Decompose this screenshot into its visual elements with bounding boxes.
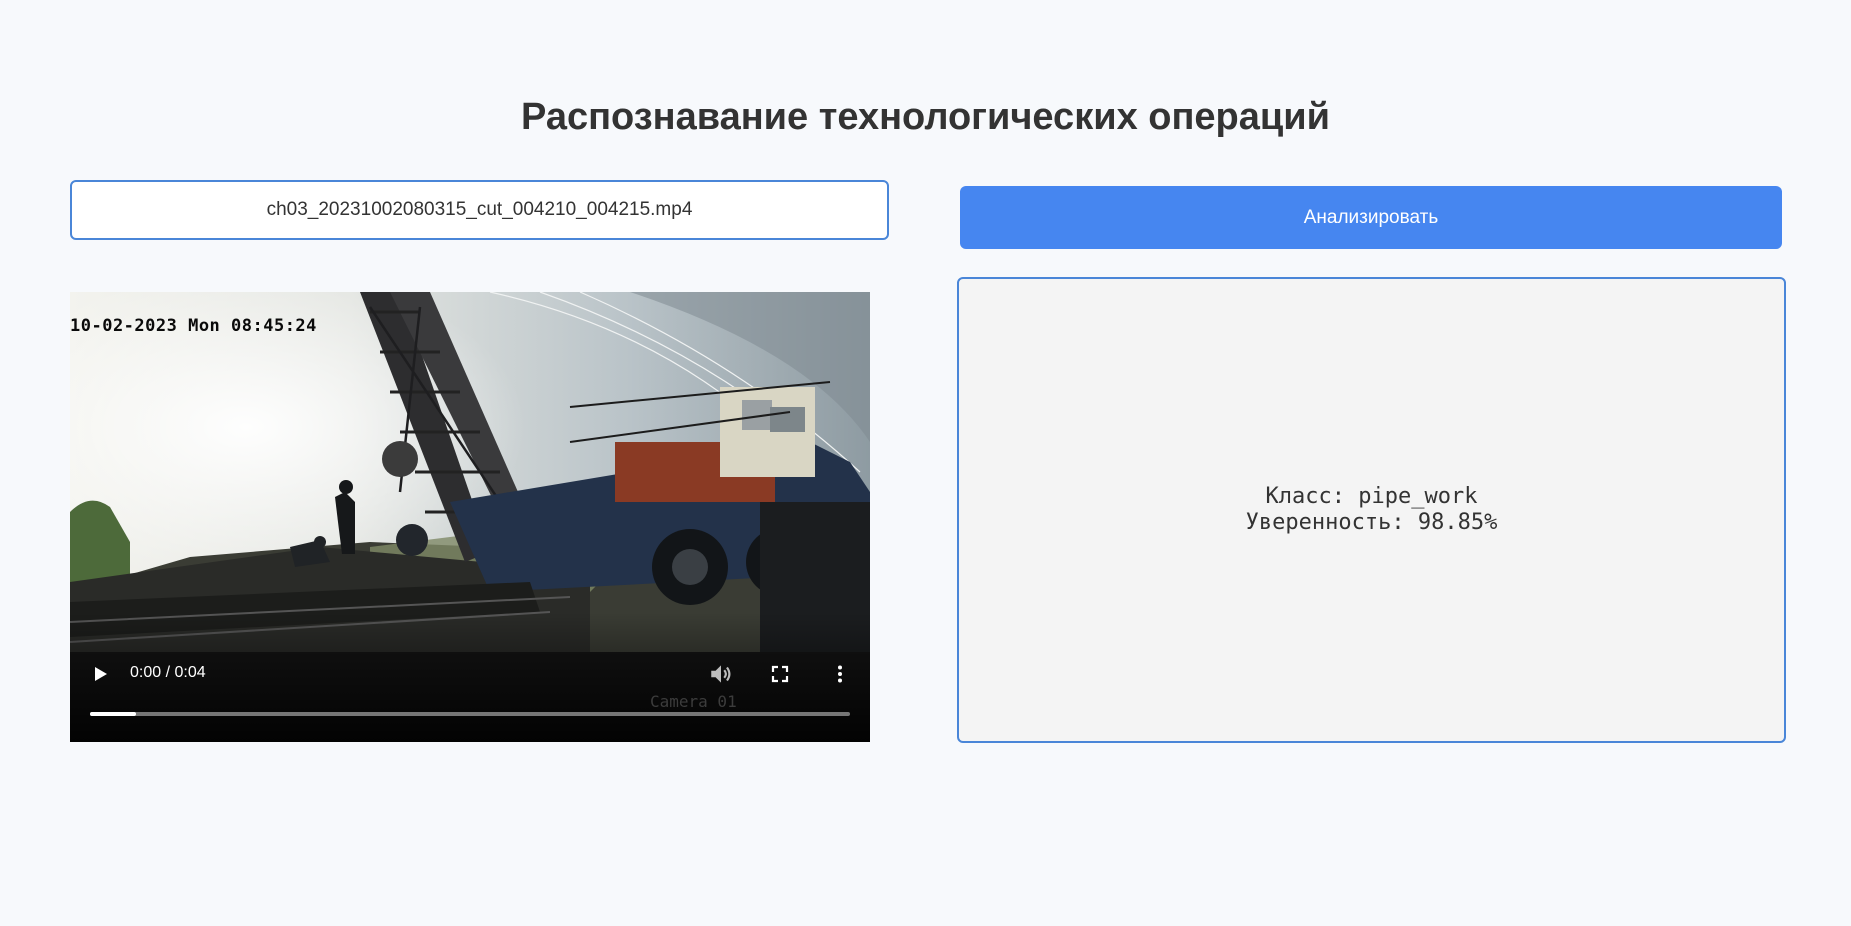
file-input[interactable]: ch03_20231002080315_cut_004210_004215.mp… <box>70 180 889 240</box>
play-icon[interactable] <box>88 662 112 686</box>
analyze-button[interactable]: Анализировать <box>960 186 1782 249</box>
video-progress-fill <box>90 712 136 716</box>
more-vertical-icon[interactable] <box>828 662 852 686</box>
video-player[interactable]: 10-02-2023 Mon 08:45:24 Camera 01 0:00 /… <box>70 292 870 742</box>
result-class: Класс: pipe_work <box>1265 484 1478 509</box>
page-title: Распознавание технологических операций <box>520 96 1330 138</box>
result-panel: Класс: pipe_work Уверенность: 98.85% <box>957 277 1786 743</box>
osd-camera-label: Camera 01 <box>650 692 737 711</box>
file-input-filename: ch03_20231002080315_cut_004210_004215.mp… <box>266 199 693 220</box>
video-time-display: 0:00 / 0:04 <box>130 664 206 681</box>
result-confidence: Уверенность: 98.85% <box>1245 510 1498 535</box>
video-progress-bar[interactable] <box>90 712 850 716</box>
video-control-bar: 0:00 / 0:04 <box>70 654 870 694</box>
volume-icon[interactable] <box>708 661 734 687</box>
fullscreen-icon[interactable] <box>768 662 792 686</box>
osd-timestamp: 10-02-2023 Mon 08:45:24 <box>70 316 317 336</box>
